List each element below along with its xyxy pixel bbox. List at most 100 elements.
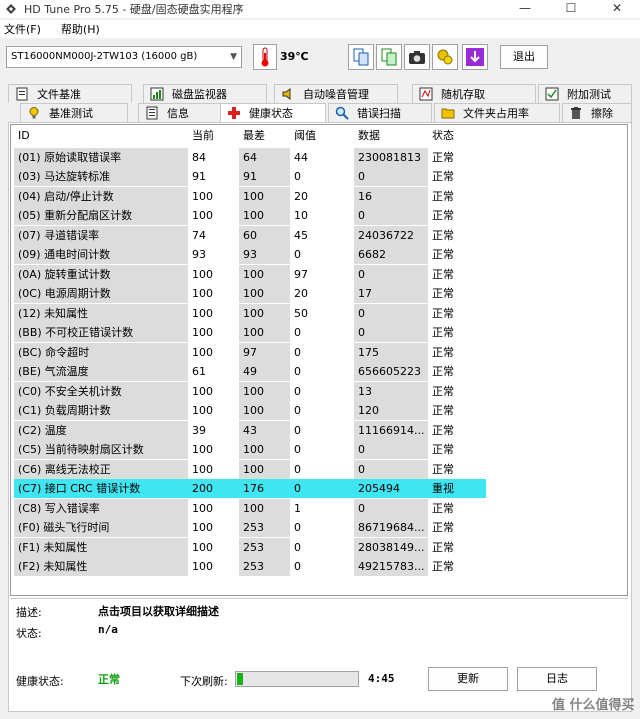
cell-status: 正常	[432, 326, 454, 339]
cell-status: 正常	[432, 345, 454, 359]
description-value: 点击项目以获取详细描述	[98, 605, 219, 618]
cell-worst: 91	[239, 167, 290, 186]
tab-folder-usage[interactable]: 文件夹占用率	[434, 103, 560, 122]
copy-icon	[353, 48, 369, 66]
table-row[interactable]: (C2) 温度 39 43 0 11166914... 正常	[14, 420, 486, 440]
cell-id: (05) 重新分配扇区计数	[14, 206, 188, 225]
menu-help[interactable]: 帮助(H)	[61, 21, 100, 37]
table-row[interactable]: (F2) 未知属性 100 253 0 49215783... 正常	[14, 557, 486, 576]
chevron-down-icon: ▼	[230, 52, 237, 62]
cell-current: 100	[192, 501, 213, 515]
table-row-selected[interactable]: (C7) 接口 CRC 错误计数 200 176 0 205494 重视	[14, 479, 486, 498]
cell-threshold: 0	[294, 560, 301, 573]
cell-current: 100	[192, 443, 213, 456]
cell-data: 175	[354, 342, 428, 362]
tab-info[interactable]: 信息	[138, 103, 222, 122]
cell-worst: 100	[239, 381, 290, 401]
tab-label: 自动噪音管理	[303, 88, 369, 101]
refresh-button[interactable]: 更新	[428, 667, 508, 691]
watermark-text: 值 什么值得买	[552, 698, 635, 713]
cell-data: 0	[354, 323, 428, 342]
table-row[interactable]: (12) 未知属性 100 100 50 0 正常	[14, 303, 486, 323]
cell-data: 0	[354, 459, 428, 479]
cell-current: 100	[192, 267, 213, 281]
column-header-worst[interactable]: 最差	[239, 126, 290, 145]
table-row[interactable]: (04) 启动/停止计数 100 100 20 16 正常	[14, 186, 486, 206]
table-row[interactable]: (03) 马达旋转标准 91 91 0 0 正常	[14, 167, 486, 186]
cell-status: 正常	[432, 384, 454, 398]
magnifier-icon	[335, 106, 349, 120]
table-row[interactable]: (BB) 不可校正错误计数 100 100 0 0 正常	[14, 323, 486, 342]
copy-text-button[interactable]	[348, 44, 374, 70]
save-button[interactable]	[462, 44, 488, 70]
tab-benchmark[interactable]: 基准测试	[20, 103, 128, 122]
drive-select[interactable]: ST16000NM000J-2TW103 (16000 gB) ▼	[6, 46, 242, 68]
tab-error-scan[interactable]: 错误扫描	[328, 103, 432, 122]
refresh-countdown: 4:45	[368, 672, 395, 685]
tab-label: 磁盘监视器	[172, 88, 227, 101]
status-value: n/a	[98, 623, 118, 636]
column-header-id[interactable]: ID	[14, 126, 188, 145]
cell-status: 正常	[432, 228, 454, 242]
tab-aam[interactable]: 自动噪音管理	[274, 84, 398, 103]
maximize-button[interactable]: ☐	[548, 0, 594, 18]
table-row[interactable]: (09) 通电时间计数 93 93 0 6682 正常	[14, 245, 486, 264]
tab-random-access[interactable]: 随机存取	[412, 84, 536, 103]
log-button[interactable]: 日志	[517, 667, 597, 691]
column-header-data[interactable]: 数据	[354, 126, 428, 145]
cell-worst: 97	[239, 342, 290, 362]
options-button[interactable]	[432, 44, 458, 70]
tab-erase[interactable]: 擦除	[562, 103, 632, 122]
table-row[interactable]: (0C) 电源周期计数 100 100 20 17 正常	[14, 284, 486, 303]
table-row[interactable]: (C8) 写入错误率 100 100 1 0 正常	[14, 498, 486, 518]
cell-data: 0	[354, 167, 428, 186]
table-row[interactable]: (C5) 当前待映射扇区计数 100 100 0 0 正常	[14, 440, 486, 459]
tab-file-benchmark[interactable]: 文件基准	[8, 84, 132, 103]
separator	[10, 598, 628, 599]
screenshot-button[interactable]	[404, 44, 430, 70]
cell-threshold: 0	[294, 326, 301, 339]
table-row[interactable]: (C0) 不安全关机计数 100 100 0 13 正常	[14, 381, 486, 401]
table-row[interactable]: (C6) 离线无法校正 100 100 0 0 正常	[14, 459, 486, 479]
table-row[interactable]: (C1) 负载周期计数 100 100 0 120 正常	[14, 401, 486, 420]
tabs-bottom-row: 基准测试 信息 健康状态 错误扫描 文件夹占用率 擦除	[8, 103, 632, 122]
cell-current: 100	[192, 521, 213, 534]
column-header-status[interactable]: 状态	[428, 126, 486, 145]
minimize-button[interactable]: —	[502, 0, 548, 18]
table-row[interactable]: (F1) 未知属性 100 253 0 28038149... 正常	[14, 537, 486, 557]
cell-status: 正常	[432, 306, 454, 320]
exit-button[interactable]: 退出	[500, 45, 548, 69]
cell-id: (F1) 未知属性	[14, 537, 188, 557]
tab-disk-monitor[interactable]: 磁盘监视器	[143, 84, 267, 103]
cell-worst: 253	[239, 518, 290, 537]
table-row[interactable]: (F0) 磁头飞行时间 100 253 0 86719684... 正常	[14, 518, 486, 537]
cell-worst: 100	[239, 186, 290, 206]
column-header-threshold[interactable]: 阈值	[290, 126, 354, 145]
cell-threshold: 0	[294, 248, 301, 261]
copy-screenshot-button[interactable]	[376, 44, 402, 70]
cell-current: 100	[192, 209, 213, 222]
cell-id: (C7) 接口 CRC 错误计数	[14, 479, 188, 498]
table-row[interactable]: (BE) 气流温度 61 49 0 656605223 正常	[14, 362, 486, 381]
cell-id: (BC) 命令超时	[14, 342, 188, 362]
cell-id: (07) 寻道错误率	[14, 225, 188, 245]
cell-threshold: 0	[294, 345, 301, 359]
cell-status: 正常	[432, 248, 454, 261]
cell-data: 0	[354, 498, 428, 518]
table-row[interactable]: (05) 重新分配扇区计数 100 100 10 0 正常	[14, 206, 486, 225]
table-row[interactable]: (0A) 旋转重试计数 100 100 97 0 正常	[14, 264, 486, 284]
tab-extra-tests[interactable]: 附加测试	[538, 84, 632, 103]
cell-worst: 100	[239, 303, 290, 323]
close-button[interactable]: ✕	[594, 0, 640, 18]
table-row[interactable]: (BC) 命令超时 100 97 0 175 正常	[14, 342, 486, 362]
cell-threshold: 20	[294, 189, 308, 203]
cell-status: 正常	[432, 560, 454, 573]
tab-label: 擦除	[591, 107, 613, 120]
table-row[interactable]: (07) 寻道错误率 74 60 45 24036722 正常	[14, 225, 486, 245]
cell-data: 6682	[354, 245, 428, 264]
column-header-current[interactable]: 当前	[188, 126, 239, 145]
random-access-icon	[419, 87, 433, 101]
table-row[interactable]: (01) 原始读取错误率 84 64 44 230081813 正常	[14, 147, 486, 167]
menu-file[interactable]: 文件(F)	[4, 21, 41, 37]
tab-health[interactable]: 健康状态	[220, 103, 326, 122]
